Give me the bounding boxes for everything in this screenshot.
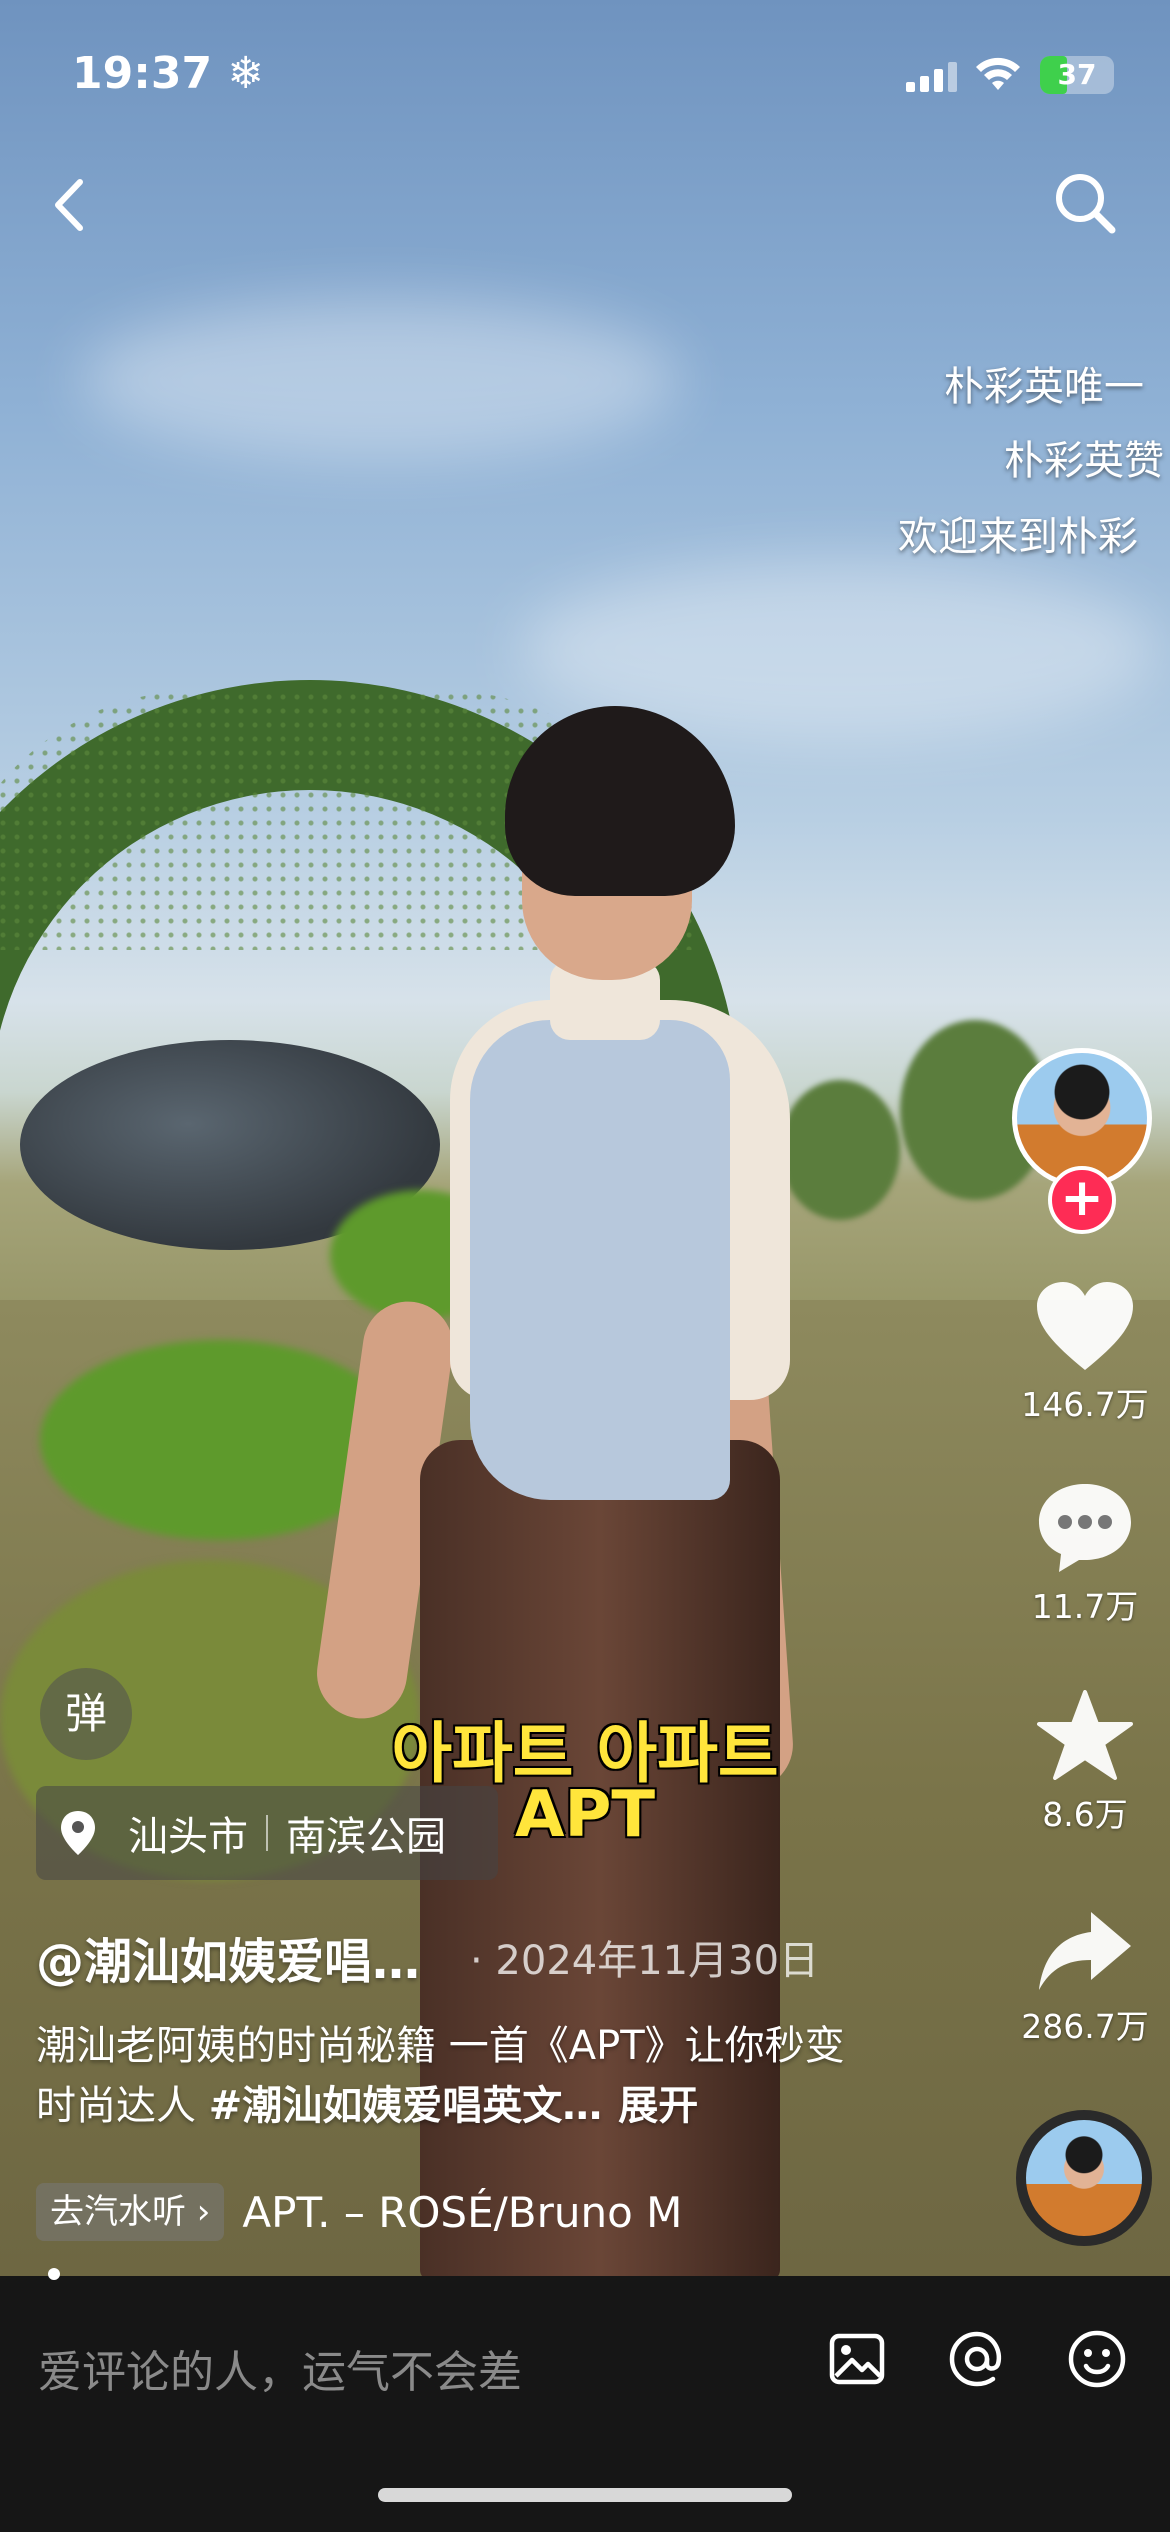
star-icon	[1037, 1690, 1133, 1780]
battery-icon: 37	[1040, 56, 1114, 94]
emoji-icon[interactable]	[1062, 2324, 1132, 2394]
video-progress-indicator[interactable]	[48, 2268, 60, 2280]
status-bar: 19:37 ❄ 37	[0, 0, 1170, 140]
status-time: 19:37 ❄	[72, 48, 265, 99]
sky-cloud	[80, 300, 680, 460]
music-row[interactable]: 去汽水听 › APT. – ROSÉ/Bruno M	[36, 2182, 682, 2242]
comment-input[interactable]: 爱评论的人，运气不会差	[38, 2336, 522, 2400]
location-pin-icon	[61, 1811, 95, 1855]
home-indicator[interactable]	[378, 2488, 792, 2502]
follow-button[interactable]: +	[1048, 1166, 1116, 1234]
expand-button[interactable]: 展开	[618, 2083, 698, 2129]
image-icon[interactable]	[822, 2324, 892, 2394]
battery-level: 37	[1057, 58, 1097, 91]
post-description: 潮汕老阿姨的时尚秘籍 一首《APT》让你秒变时尚达人 #潮汕如姨爱唱英文… 展开	[36, 2016, 876, 2136]
cellular-signal-icon	[906, 62, 958, 92]
vest	[470, 1020, 730, 1500]
danmaku-comment: 欢迎来到朴彩	[898, 514, 1138, 560]
share-count: 286.7万	[1021, 2007, 1149, 2046]
mention-icon[interactable]	[942, 2324, 1012, 2394]
listen-in-qishui-button[interactable]: 去汽水听 ›	[36, 2183, 225, 2241]
music-title[interactable]: APT. – ROSÉ/Bruno M	[242, 2188, 682, 2237]
favorite-count: 8.6万	[1042, 1795, 1128, 1834]
wifi-icon	[976, 57, 1020, 90]
share-arrow-icon	[1039, 1912, 1131, 1990]
search-icon[interactable]	[1050, 168, 1120, 238]
location-separator	[266, 1815, 268, 1851]
location-place: 南滨公园	[286, 1814, 446, 1860]
author-name[interactable]: @潮汕如姨爱唱…	[36, 1922, 420, 1992]
location-city: 汕头市	[128, 1814, 248, 1860]
comment-button[interactable]: 11.7万	[1010, 1480, 1160, 1628]
danmaku-comment: 朴彩英赞	[1004, 438, 1164, 484]
comment-count: 11.7万	[1031, 1587, 1139, 1626]
post-date: · 2024年11月30日	[470, 1938, 820, 1984]
like-button[interactable]: 146.7万	[1010, 1280, 1160, 1426]
share-button[interactable]: 286.7万	[1010, 1906, 1160, 2048]
danmaku-comment: 朴彩英唯一	[944, 364, 1144, 410]
danmaku-toggle-button[interactable]: 弹	[40, 1668, 132, 1760]
location-tag[interactable]: 汕头市 南滨公园	[36, 1786, 498, 1880]
hashtag-link[interactable]: #潮汕如姨爱唱英文…	[209, 2083, 603, 2129]
like-count: 146.7万	[1021, 1385, 1149, 1424]
back-icon[interactable]	[40, 170, 100, 240]
hair	[505, 706, 735, 896]
music-disc[interactable]	[1016, 2110, 1152, 2246]
heart-icon	[1037, 1282, 1133, 1370]
favorite-button[interactable]: 8.6万	[1010, 1688, 1160, 1836]
comment-icon	[1039, 1484, 1131, 1572]
